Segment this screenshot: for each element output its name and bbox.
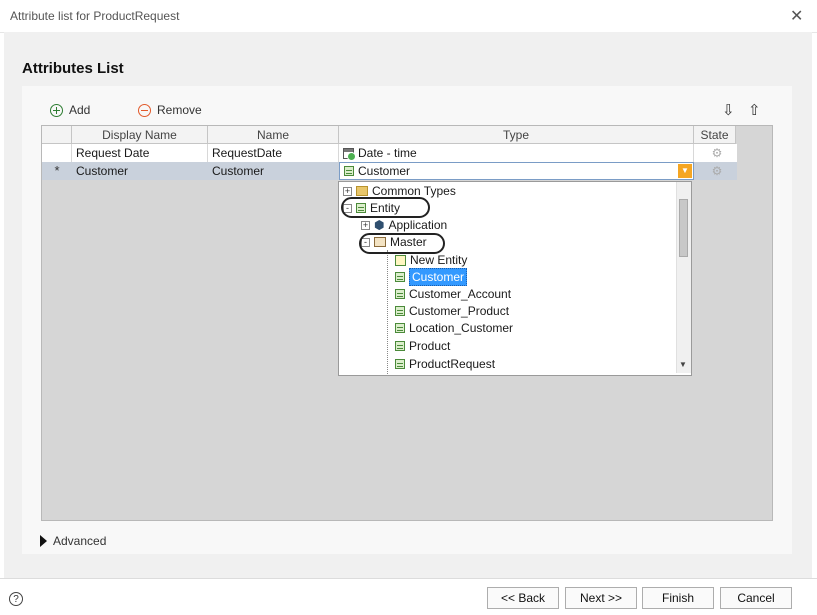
folder-icon	[356, 186, 368, 196]
column-header-name[interactable]: Name	[208, 126, 339, 144]
name-cell[interactable]: RequestDate	[208, 144, 339, 162]
table-icon	[395, 359, 405, 369]
table-icon	[395, 306, 405, 316]
expand-icon[interactable]: +	[361, 220, 370, 230]
table-icon	[395, 341, 405, 351]
close-icon[interactable]: ✕	[790, 6, 803, 26]
tree-node-product[interactable]: Product	[395, 338, 450, 354]
add-icon	[50, 103, 63, 117]
column-header-display-name[interactable]: Display Name	[72, 126, 208, 144]
remove-label: Remove	[157, 103, 202, 117]
move-down-icon[interactable]: ⇩	[722, 101, 735, 119]
dropdown-scrollbar[interactable]: ▼	[676, 182, 691, 373]
tree-node-new-entity[interactable]: New Entity	[395, 252, 467, 268]
tree-node-location-customer[interactable]: Location_Customer	[395, 320, 513, 336]
page-title: Attributes List	[22, 60, 124, 77]
table-icon	[395, 323, 405, 333]
column-header-type[interactable]: Type	[339, 126, 694, 144]
tree-node-application[interactable]: + ⬢ Application	[361, 217, 447, 233]
gears-icon: ⚙	[711, 164, 723, 178]
finish-button[interactable]: Finish	[642, 587, 714, 609]
tree-node-label: Location_Customer	[409, 321, 514, 335]
tree-node-label: Customer_Product	[409, 304, 510, 318]
advanced-toggle[interactable]: Advanced	[40, 534, 106, 548]
add-label: Add	[69, 103, 91, 117]
next-button[interactable]: Next >>	[565, 587, 637, 609]
tree-node-customer[interactable]: Customer	[395, 268, 468, 286]
type-combobox-value: Customer	[358, 164, 411, 178]
hexagon-icon: ⬢	[374, 218, 385, 232]
tree-node-label: New Entity	[410, 253, 468, 267]
scroll-down-icon[interactable]: ▼	[679, 360, 687, 369]
move-up-icon[interactable]: ⇧	[748, 101, 761, 119]
column-header-state[interactable]: State	[694, 126, 736, 144]
type-value: Date - time	[358, 146, 417, 160]
row-indicator	[42, 144, 72, 162]
name-cell[interactable]: Customer	[208, 162, 339, 180]
tree-node-label: Customer_Account	[409, 287, 512, 301]
remove-icon	[138, 103, 151, 117]
table-icon	[344, 166, 354, 176]
tree-node-label: ProductRequest	[409, 357, 496, 371]
new-row-indicator-icon: *	[54, 163, 60, 178]
display-name-cell[interactable]: Request Date	[72, 144, 208, 162]
add-button[interactable]: Add	[50, 103, 90, 117]
table-row[interactable]: * Customer Customer Customer ▼ ⚙	[42, 162, 737, 180]
tree-node-label: Application	[388, 218, 448, 232]
tree-guide-line	[387, 250, 389, 374]
tree-node-label: Customer	[409, 268, 468, 286]
expand-arrow-icon	[40, 535, 47, 547]
display-name-cell[interactable]: Customer	[72, 162, 208, 180]
entity-callout	[341, 197, 430, 218]
expand-icon[interactable]: +	[343, 186, 352, 196]
table-icon	[395, 289, 405, 299]
advanced-label: Advanced	[53, 534, 107, 548]
help-icon[interactable]: ?	[9, 592, 23, 606]
dropdown-button[interactable]: ▼	[678, 164, 692, 178]
type-combobox[interactable]: Customer ▼	[339, 162, 694, 180]
table-row[interactable]: Request Date RequestDate Date - time ⚙	[42, 144, 737, 162]
window-title: Attribute list for ProductRequest	[10, 9, 180, 23]
scrollbar-thumb[interactable]	[679, 199, 688, 257]
type-cell[interactable]: Date - time	[339, 144, 694, 162]
back-button[interactable]: << Back	[487, 587, 559, 609]
new-entity-icon	[395, 254, 406, 266]
tree-node-label: Product	[409, 339, 451, 353]
tree-node-customer-product[interactable]: Customer_Product	[395, 303, 509, 319]
tree-node-customer-account[interactable]: Customer_Account	[395, 286, 511, 302]
table-icon	[395, 272, 405, 282]
tree-node-productrequest[interactable]: ProductRequest	[395, 356, 495, 372]
cancel-button[interactable]: Cancel	[720, 587, 792, 609]
calendar-clock-icon	[343, 147, 356, 161]
remove-button[interactable]: Remove	[138, 103, 202, 117]
gears-icon: ⚙	[711, 146, 723, 160]
title-bar: Attribute list for ProductRequest ✕	[0, 0, 817, 33]
row-indicator-header	[42, 126, 72, 144]
master-callout	[359, 233, 445, 254]
